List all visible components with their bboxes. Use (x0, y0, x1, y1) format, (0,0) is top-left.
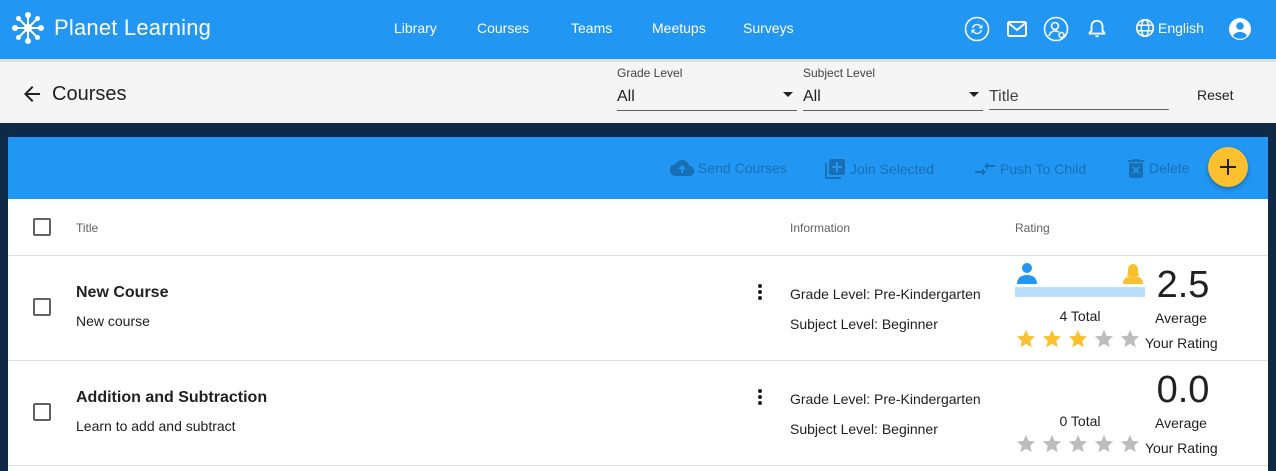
average-rating-value: 2.5 (1156, 264, 1210, 306)
push-to-child-label: Push To Child (1000, 161, 1087, 177)
planet-logo-icon (12, 12, 44, 44)
delete-button[interactable]: Delete (1126, 157, 1189, 179)
top-app-bar: Planet Learning Library Courses Teams Me… (0, 0, 1276, 59)
column-title[interactable]: Title (76, 221, 98, 235)
grade-level-info: Grade Level: Pre-Kindergarten (790, 286, 981, 302)
column-rating[interactable]: Rating (1015, 221, 1050, 235)
globe-icon (1135, 18, 1155, 38)
star-empty-icon[interactable] (1093, 328, 1115, 350)
average-rating-value: 0.0 (1156, 369, 1210, 411)
your-rating-label: Your Rating (1145, 440, 1218, 456)
send-courses-label: Send Courses (698, 160, 787, 176)
join-selected-button[interactable]: Join Selected (823, 157, 934, 181)
compare-arrows-icon (975, 162, 995, 176)
plus-icon (1220, 159, 1236, 175)
title-search-input[interactable] (989, 84, 1169, 110)
cloud-upload-icon (669, 159, 695, 177)
star-filled-icon[interactable] (1041, 328, 1063, 350)
your-rating-stars[interactable] (1015, 433, 1145, 455)
grade-level-info: Grade Level: Pre-Kindergarten (790, 391, 981, 407)
sync-icon[interactable] (964, 16, 990, 42)
subject-level-select[interactable]: Subject Level All (803, 66, 983, 116)
star-filled-icon[interactable] (1067, 328, 1089, 350)
select-all-checkbox[interactable] (33, 218, 51, 236)
star-empty-icon[interactable] (1067, 433, 1089, 455)
user-settings-icon[interactable] (1043, 16, 1069, 42)
table-row: Addition and Subtraction Learn to add an… (8, 361, 1268, 466)
your-rating-stars[interactable] (1015, 328, 1145, 350)
nav-meetups[interactable]: Meetups (652, 20, 706, 36)
page-title: Courses (52, 83, 127, 105)
account-icon[interactable] (1227, 16, 1253, 42)
course-title[interactable]: Addition and Subtraction (76, 389, 267, 407)
column-information: Information (790, 221, 851, 235)
nav-courses[interactable]: Courses (477, 20, 529, 36)
delete-label: Delete (1149, 160, 1190, 176)
app-name: Planet Learning (54, 15, 212, 40)
delete-icon (1128, 159, 1144, 178)
grade-level-select[interactable]: Grade Level All (617, 66, 797, 116)
nav-surveys[interactable]: Surveys (743, 20, 794, 36)
send-courses-button[interactable]: Send Courses (669, 157, 787, 179)
bell-icon[interactable] (1084, 16, 1110, 42)
star-empty-icon[interactable] (1119, 433, 1141, 455)
selection-toolbar: Send Courses Join Selected Push To Child… (8, 137, 1268, 199)
chevron-down-icon (783, 92, 793, 97)
courses-card: Send Courses Join Selected Push To Child… (8, 137, 1268, 471)
star-empty-icon[interactable] (1015, 433, 1037, 455)
table-header: Title Information Rating (8, 199, 1268, 256)
add-course-button[interactable] (1208, 147, 1248, 187)
join-selected-label: Join Selected (850, 161, 935, 177)
push-to-child-button[interactable]: Push To Child (973, 157, 1086, 181)
star-filled-icon[interactable] (1015, 328, 1037, 350)
star-empty-icon[interactable] (1093, 433, 1115, 455)
grade-level-label: Grade Level (617, 66, 683, 80)
mail-icon[interactable] (1004, 16, 1030, 42)
more-vert-icon[interactable] (752, 388, 768, 408)
table-row: New Course New course Grade Level: Pre-K… (8, 256, 1268, 361)
female-rating-icon (1123, 264, 1143, 284)
nav-teams[interactable]: Teams (571, 20, 612, 36)
brand[interactable]: Planet Learning (10, 10, 211, 46)
rating-total: 0 Total (1059, 413, 1101, 429)
course-description: Learn to add and subtract (76, 418, 236, 434)
course-title[interactable]: New Course (76, 284, 168, 302)
subject-level-info: Subject Level: Beginner (790, 421, 938, 437)
language-label: English (1158, 20, 1204, 36)
chevron-down-icon (969, 92, 979, 97)
rating-gender-bar (1015, 287, 1145, 297)
reset-button[interactable]: Reset (1197, 87, 1234, 103)
rating-total: 4 Total (1059, 308, 1101, 324)
grade-level-underline (617, 110, 797, 111)
your-rating-label: Your Rating (1145, 335, 1218, 351)
subject-level-underline (803, 110, 983, 111)
subject-level-info: Subject Level: Beginner (790, 316, 938, 332)
row-checkbox[interactable] (33, 403, 51, 421)
library-add-icon (825, 159, 845, 179)
subject-level-value: All (803, 88, 821, 105)
grade-level-value: All (617, 88, 635, 105)
subject-level-label: Subject Level (803, 66, 876, 80)
star-empty-icon[interactable] (1119, 328, 1141, 350)
average-label: Average (1155, 415, 1207, 431)
male-rating-icon (1017, 263, 1037, 284)
average-label: Average (1155, 310, 1207, 326)
nav-library[interactable]: Library (394, 20, 437, 36)
more-vert-icon[interactable] (752, 283, 768, 303)
star-empty-icon[interactable] (1041, 433, 1063, 455)
language-selector[interactable]: English (1134, 17, 1204, 39)
filter-bar: Courses Grade Level All Subject Level Al… (0, 59, 1276, 123)
back-arrow-icon[interactable] (20, 82, 44, 111)
course-description: New course (76, 313, 150, 329)
row-checkbox[interactable] (33, 298, 51, 316)
